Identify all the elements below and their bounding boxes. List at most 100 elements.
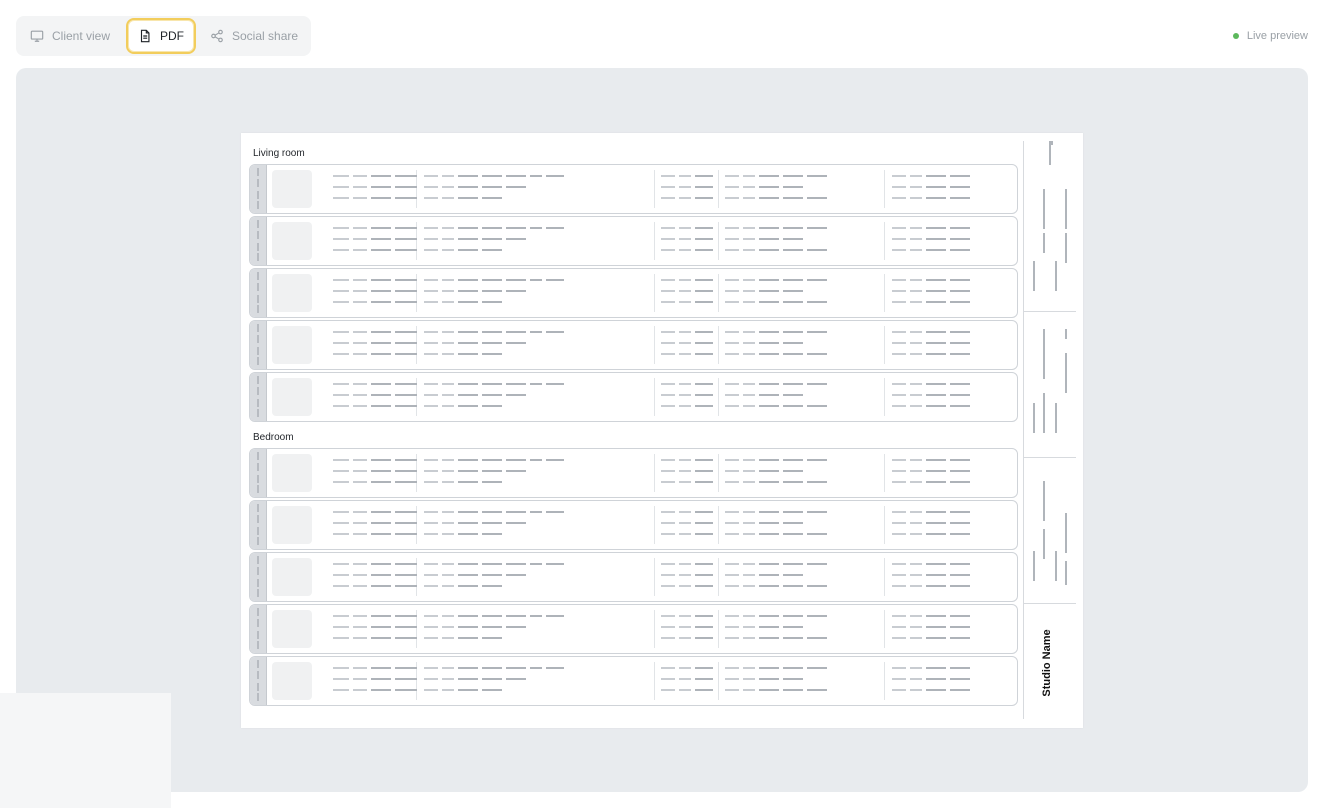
strip-mark	[257, 485, 259, 493]
placeholder-text-line	[725, 470, 803, 472]
tab-social-share[interactable]: Social share	[210, 18, 310, 54]
tab-client-view[interactable]: Client view	[30, 18, 134, 54]
live-preview-status: Live preview	[1232, 30, 1308, 42]
placeholder-text-line	[892, 470, 970, 472]
placeholder-text-line	[333, 249, 417, 251]
sidebar-placeholder-line	[1043, 481, 1045, 521]
sidebar-placeholder-line	[1051, 141, 1053, 145]
column-divider	[884, 610, 885, 648]
placeholder-text-line	[661, 678, 713, 680]
placeholder-text-line	[424, 626, 526, 628]
column-divider	[718, 558, 719, 596]
placeholder-text-line	[725, 533, 827, 535]
placeholder-text-line	[661, 301, 713, 303]
strip-mark	[257, 463, 259, 471]
section-title: Living room	[253, 148, 305, 159]
sidebar-placeholder-line	[1055, 261, 1057, 291]
tab-pdf[interactable]: PDF	[126, 18, 196, 54]
strip-mark	[257, 567, 259, 575]
column-divider	[654, 662, 655, 700]
placeholder-text-line	[333, 279, 417, 281]
item-side-strip	[250, 217, 267, 265]
placeholder-text-line	[333, 175, 417, 177]
placeholder-text-line	[725, 667, 827, 669]
placeholder-text-line	[725, 481, 827, 483]
placeholder-text-line	[661, 197, 713, 199]
strip-mark	[257, 671, 259, 679]
item-card	[249, 656, 1018, 706]
placeholder-text-line	[424, 238, 526, 240]
strip-mark	[257, 693, 259, 701]
placeholder-text-line	[892, 197, 970, 199]
strip-mark	[257, 295, 259, 303]
column-divider	[884, 326, 885, 364]
placeholder-text-line	[725, 574, 803, 576]
sidebar-placeholder-line	[1033, 551, 1035, 581]
column-divider	[718, 454, 719, 492]
sidebar-placeholder-line	[1065, 189, 1067, 229]
strip-mark	[257, 589, 259, 597]
placeholder-text-line	[892, 394, 970, 396]
view-mode-switcher: Client view PDF Social share	[16, 16, 311, 56]
placeholder-text-line	[892, 342, 970, 344]
placeholder-text-line	[892, 678, 970, 680]
placeholder-text-line	[424, 249, 502, 251]
placeholder-text-line	[661, 626, 713, 628]
strip-mark	[257, 409, 259, 417]
placeholder-text-line	[892, 383, 970, 385]
placeholder-text-line	[892, 511, 970, 513]
sidebar-placeholder-line	[1065, 353, 1067, 393]
item-side-strip	[250, 657, 267, 705]
placeholder-text-line	[892, 689, 970, 691]
strip-mark	[257, 191, 259, 199]
share-icon	[211, 29, 223, 43]
strip-mark	[257, 272, 259, 280]
placeholder-text-line	[725, 353, 827, 355]
strip-mark	[257, 631, 259, 639]
placeholder-text-line	[661, 249, 713, 251]
column-divider	[654, 558, 655, 596]
section-title: Bedroom	[253, 432, 294, 443]
studio-name: Studio Name	[1041, 629, 1053, 697]
item-thumbnail	[272, 662, 312, 700]
strip-mark	[257, 324, 259, 332]
placeholder-text-line	[333, 290, 417, 292]
sidebar-divider	[1024, 457, 1076, 458]
placeholder-text-line	[333, 383, 417, 385]
placeholder-text-line	[424, 301, 502, 303]
strip-mark	[257, 608, 259, 616]
column-divider	[718, 274, 719, 312]
placeholder-text-line	[725, 175, 827, 177]
strip-mark	[257, 387, 259, 395]
strip-mark	[257, 504, 259, 512]
item-side-strip	[250, 321, 267, 369]
sidebar-placeholder-line	[1065, 233, 1067, 263]
placeholder-text-line	[424, 637, 502, 639]
placeholder-text-line	[424, 574, 526, 576]
status-label: Live preview	[1246, 30, 1308, 42]
placeholder-text-line	[333, 511, 417, 513]
item-card	[249, 320, 1018, 370]
placeholder-text-line	[333, 563, 417, 565]
placeholder-text-line	[725, 585, 827, 587]
placeholder-text-line	[333, 470, 417, 472]
placeholder-text-line	[892, 301, 970, 303]
placeholder-text-line	[892, 405, 970, 407]
placeholder-text-line	[424, 394, 526, 396]
placeholder-text-line	[661, 585, 713, 587]
placeholder-text-line	[661, 186, 713, 188]
placeholder-text-line	[424, 667, 564, 669]
tab-label: PDF	[160, 29, 184, 43]
column-divider	[718, 378, 719, 416]
placeholder-text-line	[661, 615, 713, 617]
item-thumbnail	[272, 558, 312, 596]
column-divider	[884, 274, 885, 312]
sidebar-placeholder-line	[1043, 529, 1045, 559]
placeholder-text-line	[333, 186, 417, 188]
placeholder-text-line	[661, 459, 713, 461]
placeholder-text-line	[725, 615, 827, 617]
placeholder-text-line	[424, 585, 502, 587]
placeholder-text-line	[661, 394, 713, 396]
placeholder-text-line	[661, 238, 713, 240]
sidebar-divider	[1024, 311, 1076, 312]
